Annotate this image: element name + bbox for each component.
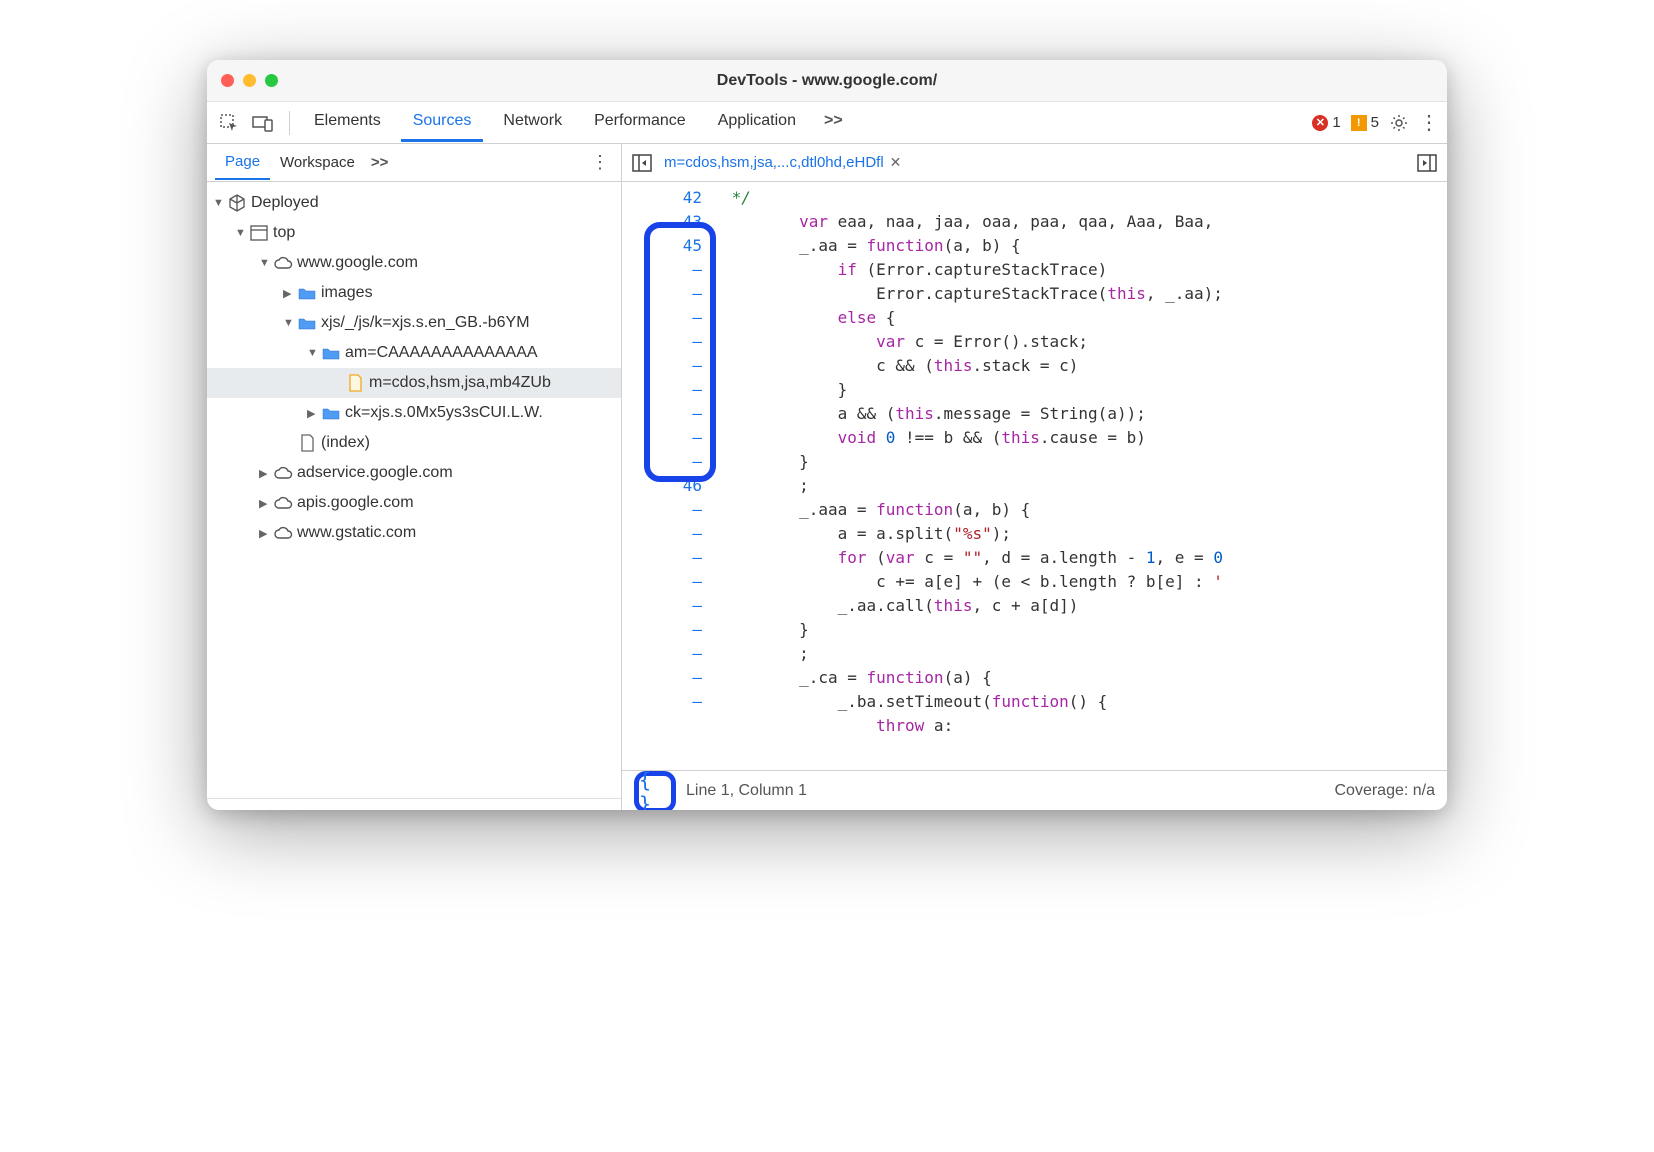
code-editor[interactable]: 424345–––––––––46––––––––– */ var eaa, n… [622, 182, 1447, 770]
cursor-position: Line 1, Column 1 [686, 782, 807, 800]
toggle-debugger-icon[interactable] [1413, 149, 1441, 177]
pretty-print-icon[interactable]: { } [639, 768, 671, 811]
navigator-tab-page[interactable]: Page [215, 145, 270, 180]
settings-icon[interactable] [1389, 113, 1409, 133]
navigator-tabs: Page Workspace >> ⋮ [207, 144, 621, 182]
tab-network[interactable]: Network [491, 103, 574, 142]
navigator-tab-workspace[interactable]: Workspace [270, 146, 365, 179]
more-options-icon[interactable]: ⋮ [1419, 110, 1439, 135]
editor-file-tab[interactable]: m=cdos,hsm,jsa,...c,dtl0hd,eHDfl ✕ [656, 154, 909, 171]
toggle-navigator-icon[interactable] [628, 149, 656, 177]
tab-elements[interactable]: Elements [302, 103, 393, 142]
titlebar: DevTools - www.google.com/ [207, 60, 1447, 102]
tabs-overflow-icon[interactable]: >> [816, 103, 851, 142]
warning-count-badge[interactable]: ! 5 [1351, 114, 1379, 131]
editor-tabbar: m=cdos,hsm,jsa,...c,dtl0hd,eHDfl ✕ [622, 144, 1447, 182]
tree-item[interactable]: ▶ck=xjs.s.0Mx5ys3sCUI.L.W. [207, 398, 621, 428]
inspect-element-icon[interactable] [215, 109, 243, 137]
tab-performance[interactable]: Performance [582, 103, 698, 142]
line-gutter[interactable]: 424345–––––––––46––––––––– [622, 182, 712, 770]
tree-item[interactable]: ▼Deployed [207, 188, 621, 218]
code-content[interactable]: */ var eaa, naa, jaa, oaa, paa, qaa, Aaa… [712, 182, 1447, 770]
tree-item[interactable]: ▼am=CAAAAAAAAAAAAAA [207, 338, 621, 368]
panel-tabs: Elements Sources Network Performance App… [302, 103, 851, 142]
navigator-sidebar: Page Workspace >> ⋮ ▼Deployed▼top▼www.go… [207, 144, 622, 810]
tree-item[interactable]: ▼xjs/_/js/k=xjs.s.en_GB.-b6YM [207, 308, 621, 338]
error-count-badge[interactable]: ✕ 1 [1312, 114, 1340, 131]
editor-tab-title: m=cdos,hsm,jsa,...c,dtl0hd,eHDfl [664, 154, 884, 171]
tree-item[interactable]: ▶images [207, 278, 621, 308]
tree-item[interactable]: ▶apis.google.com [207, 488, 621, 518]
main-toolbar: Elements Sources Network Performance App… [207, 102, 1447, 144]
tab-application[interactable]: Application [706, 103, 808, 142]
editor-footer: { } Line 1, Column 1 Coverage: n/a [622, 770, 1447, 810]
coverage-status: Coverage: n/a [1334, 782, 1435, 800]
device-toolbar-icon[interactable] [249, 109, 277, 137]
navigator-overflow-icon[interactable]: >> [365, 154, 395, 171]
tree-item[interactable]: ▶adservice.google.com [207, 458, 621, 488]
window-title: DevTools - www.google.com/ [207, 72, 1447, 90]
close-tab-icon[interactable]: ✕ [890, 154, 902, 171]
tree-item[interactable]: ▼top [207, 218, 621, 248]
tab-sources[interactable]: Sources [401, 103, 484, 142]
file-tree[interactable]: ▼Deployed▼top▼www.google.com▶images▼xjs/… [207, 182, 621, 798]
error-icon: ✕ [1312, 115, 1328, 131]
tree-item[interactable]: ▼www.google.com [207, 248, 621, 278]
main-content: Page Workspace >> ⋮ ▼Deployed▼top▼www.go… [207, 144, 1447, 810]
editor-pane: m=cdos,hsm,jsa,...c,dtl0hd,eHDfl ✕ 42434… [622, 144, 1447, 810]
devtools-window: DevTools - www.google.com/ Elements Sour… [207, 60, 1447, 810]
tree-item[interactable]: ▶www.gstatic.com [207, 518, 621, 548]
tree-item[interactable]: (index) [207, 428, 621, 458]
warning-icon: ! [1351, 115, 1367, 131]
navigator-more-icon[interactable]: ⋮ [587, 152, 613, 173]
tree-item[interactable]: m=cdos,hsm,jsa,mb4ZUb [207, 368, 621, 398]
pretty-print-button-highlight: { } [634, 771, 676, 811]
